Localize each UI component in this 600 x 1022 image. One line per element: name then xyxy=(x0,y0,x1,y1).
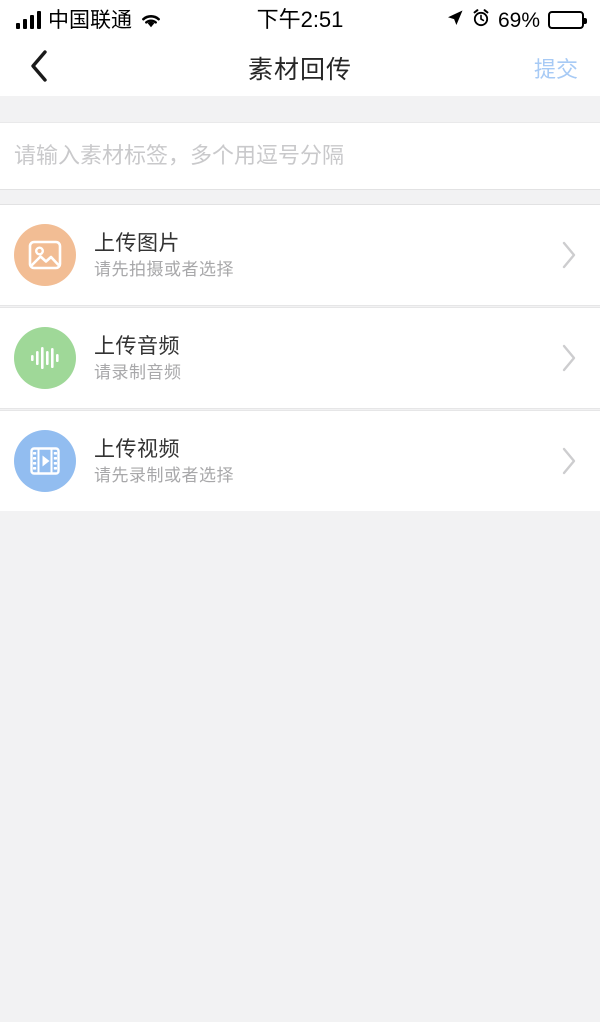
submit-button[interactable]: 提交 xyxy=(534,52,578,84)
upload-image-title: 上传图片 xyxy=(94,231,180,255)
signal-bars-icon xyxy=(16,11,41,29)
status-bar-clock: 下午2:51 xyxy=(256,7,344,32)
status-bar-left: 中国联通 xyxy=(16,10,163,31)
empty-content-area xyxy=(0,511,600,1022)
chevron-right-icon xyxy=(556,241,582,269)
battery-percent-label: 69% xyxy=(497,8,540,32)
chevron-right-icon xyxy=(556,447,582,475)
location-arrow-icon xyxy=(446,9,464,32)
navigation-bar: 素材回传 提交 xyxy=(0,40,600,96)
chevron-left-icon xyxy=(28,49,50,88)
upload-image-subtitle: 请先拍摄或者选择 xyxy=(94,259,234,279)
alarm-clock-icon xyxy=(472,8,490,32)
upload-audio-text: 上传音频 请录制音频 xyxy=(94,336,556,381)
upload-audio-title: 上传音频 xyxy=(94,334,180,358)
audio-waveform-icon xyxy=(14,327,76,389)
section-gap-middle xyxy=(0,189,600,205)
upload-audio-row[interactable]: 上传音频 请录制音频 xyxy=(0,308,600,408)
upload-audio-subtitle: 请录制音频 xyxy=(94,362,182,382)
upload-image-text: 上传图片 请先拍摄或者选择 xyxy=(94,233,556,278)
image-photo-icon xyxy=(14,224,76,286)
upload-video-subtitle: 请先录制或者选择 xyxy=(94,465,234,485)
carrier-name: 中国联通 xyxy=(48,8,132,32)
page-title: 素材回传 xyxy=(247,56,352,84)
upload-image-row[interactable]: 上传图片 请先拍摄或者选择 xyxy=(0,205,600,305)
video-film-play-icon xyxy=(14,430,76,492)
chevron-right-icon xyxy=(556,344,582,372)
status-bar: 中国联通 下午2:51 69% xyxy=(0,0,600,40)
upload-options-list: 上传图片 请先拍摄或者选择 上传音频 请录制音频 上传视频 请先录制或者选择 xyxy=(0,205,600,511)
tag-input-field[interactable] xyxy=(0,123,600,189)
tag-input[interactable] xyxy=(14,143,586,169)
back-button[interactable] xyxy=(0,40,78,96)
upload-video-text: 上传视频 请先录制或者选择 xyxy=(94,439,556,484)
battery-icon xyxy=(548,11,587,29)
upload-video-row[interactable]: 上传视频 请先录制或者选择 xyxy=(0,411,600,511)
status-bar-right: 69% xyxy=(446,8,587,32)
wifi-icon xyxy=(139,11,163,29)
section-gap-top xyxy=(0,96,600,123)
app-screen: 中国联通 下午2:51 69% 素材回传 提交 请输入素材标签，多个用逗号分隔 … xyxy=(0,0,600,1022)
upload-video-title: 上传视频 xyxy=(94,437,180,461)
